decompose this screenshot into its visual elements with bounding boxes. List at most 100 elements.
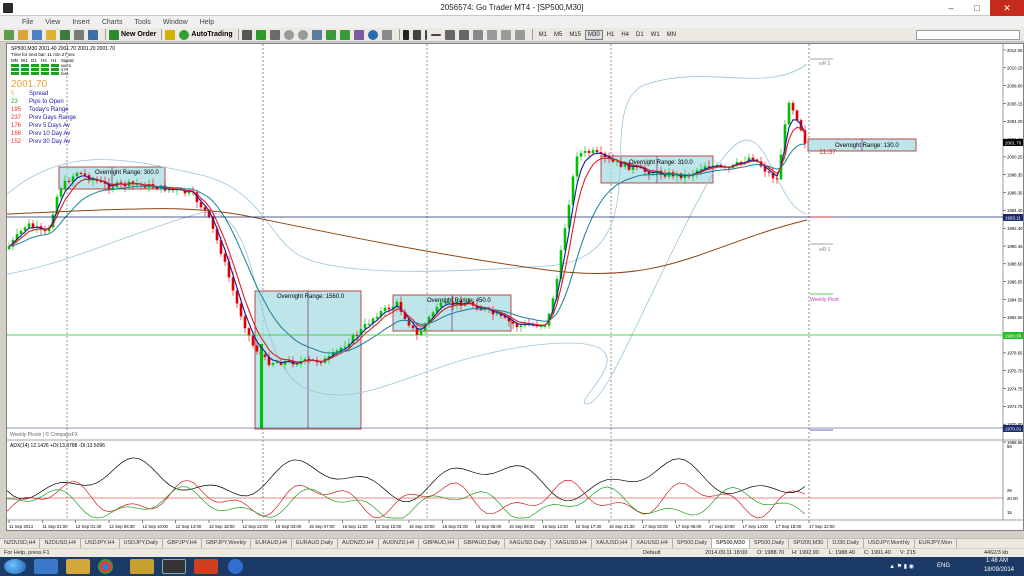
templates-button[interactable] xyxy=(381,29,394,41)
metaeditor-button[interactable] xyxy=(165,29,177,41)
arrows-button[interactable] xyxy=(514,29,527,41)
chart-tab[interactable]: USDJPY,H4 xyxy=(81,539,120,548)
timeframe-m5[interactable]: M5 xyxy=(551,30,565,40)
status-profile[interactable]: Default xyxy=(643,549,660,557)
time-axis-label: 16 Sep 21:30 xyxy=(609,524,635,529)
navigator-button[interactable] xyxy=(60,29,72,41)
chart-tab[interactable]: EURJPY,Mon xyxy=(915,539,957,548)
new-chart-button[interactable] xyxy=(4,29,16,41)
timeframe-mn[interactable]: MN xyxy=(664,30,679,40)
chart-tab[interactable]: XAGUSD,Daily xyxy=(505,539,551,548)
timeframe-w1[interactable]: W1 xyxy=(648,30,663,40)
file-explorer-icon[interactable] xyxy=(66,559,90,574)
menu-charts[interactable]: Charts xyxy=(96,19,129,26)
time-axis-label: 17 Sep 18:00 xyxy=(776,524,802,529)
chart-tab[interactable]: GBPAUD,Daily xyxy=(459,539,506,548)
chart-tab[interactable]: EURAUD,Daily xyxy=(292,539,339,548)
timeframe-h4[interactable]: H4 xyxy=(618,30,632,40)
price-chart[interactable]: 2012.052010.152008.002006.152004.202002.… xyxy=(6,44,1023,530)
tile-windows-button[interactable] xyxy=(311,29,324,41)
menu-insert[interactable]: Insert xyxy=(66,19,96,26)
chart-tab[interactable]: SP500,Daily xyxy=(750,539,790,548)
maximize-button[interactable]: □ xyxy=(964,0,990,16)
chart-tab[interactable]: EURAUD,H4 xyxy=(251,539,293,548)
candle-body xyxy=(419,330,423,336)
bar-chart-button[interactable] xyxy=(241,29,254,41)
menu-view[interactable]: View xyxy=(39,19,66,26)
vertical-line-button[interactable] xyxy=(424,29,429,41)
chart-tab[interactable]: DJ30,Daily xyxy=(828,539,864,548)
zoom-out-button[interactable] xyxy=(297,29,310,41)
candle-body xyxy=(579,152,583,157)
autotrading-button[interactable]: AutoTrading xyxy=(179,29,233,41)
timeframe-d1[interactable]: D1 xyxy=(633,30,647,40)
app-icon-blue[interactable] xyxy=(228,559,243,574)
timeframe-m30[interactable]: M30 xyxy=(584,29,603,40)
chart-tab[interactable]: GBPJPY,Weekly xyxy=(202,539,252,548)
tray-icons[interactable]: ▲ ⚑ ▮ ◉ xyxy=(889,563,914,570)
text-button[interactable] xyxy=(486,29,499,41)
terminal-button[interactable] xyxy=(74,29,86,41)
chart-tab[interactable]: USDJPY,Daily xyxy=(120,539,164,548)
internet-explorer-icon[interactable] xyxy=(34,559,58,574)
periods-button[interactable] xyxy=(367,29,380,41)
chart-tab[interactable]: XAGUSD,H4 xyxy=(551,539,592,548)
chart-tab[interactable]: NZDUSD,H4 xyxy=(0,539,41,548)
trendline-button[interactable] xyxy=(444,29,457,41)
start-button[interactable] xyxy=(4,559,26,574)
line-chart-button[interactable] xyxy=(269,29,282,41)
stat-value-prev-days-range: 237 xyxy=(11,115,22,121)
label-button[interactable] xyxy=(500,29,513,41)
chart-tab[interactable]: NZDUSD,H4 xyxy=(40,539,81,548)
current-price-tag: 2001.70 xyxy=(1005,141,1022,146)
cursor-button[interactable] xyxy=(402,29,411,41)
minimize-button[interactable]: – xyxy=(938,0,964,16)
chart-tab[interactable]: GBPJPY,H4 xyxy=(163,539,202,548)
market-watch-button[interactable] xyxy=(32,29,44,41)
crosshair-button[interactable] xyxy=(412,29,423,41)
menu-help[interactable]: Help xyxy=(194,19,220,26)
chart-tab[interactable]: SP500,Daily xyxy=(673,539,713,548)
search-input[interactable] xyxy=(916,30,1020,40)
office-icon[interactable] xyxy=(194,559,218,574)
chart-window[interactable]: 2012.052010.152008.002006.152004.202002.… xyxy=(6,43,1024,531)
media-player-icon[interactable] xyxy=(130,559,154,574)
autoscroll-button[interactable] xyxy=(325,29,338,41)
profiles-button[interactable] xyxy=(18,29,30,41)
timeframe-m15[interactable]: M15 xyxy=(566,30,584,40)
menu-window[interactable]: Window xyxy=(157,19,194,26)
fibonacci-button[interactable] xyxy=(472,29,485,41)
chart-tab-active[interactable]: SP500,M30 xyxy=(712,539,750,548)
chart-tab[interactable]: USDJPY,Monthly xyxy=(864,539,915,548)
horizontal-line-button[interactable] xyxy=(430,29,443,41)
chrome-icon[interactable] xyxy=(98,559,113,574)
close-button[interactable]: ✕ xyxy=(990,0,1024,16)
mtf-cell xyxy=(51,64,59,67)
toolbar-separator xyxy=(161,29,163,40)
new-order-button[interactable]: New Order xyxy=(109,29,156,41)
menu-tools[interactable]: Tools xyxy=(128,19,156,26)
data-window-button[interactable] xyxy=(46,29,58,41)
timeframe-h1[interactable]: H1 xyxy=(604,30,618,40)
chart-tab[interactable]: SPI200,M30 xyxy=(789,539,829,548)
arrows-icon xyxy=(514,29,525,40)
channel-button[interactable] xyxy=(458,29,471,41)
chart-shift-button[interactable] xyxy=(339,29,352,41)
chart-tab[interactable]: GBPAUD,H4 xyxy=(419,539,460,548)
chart-tab[interactable]: XAUUSD,H4 xyxy=(632,539,673,548)
chart-tab[interactable]: AUDNZD,H4 xyxy=(379,539,420,548)
timeframe-m1[interactable]: M1 xyxy=(536,30,550,40)
metatrader-icon[interactable] xyxy=(162,559,186,574)
tester-button[interactable] xyxy=(88,29,100,41)
adx-minus-di-line xyxy=(6,479,806,519)
zoom-in-button[interactable] xyxy=(283,29,296,41)
chart-tab[interactable]: XAUUSD,H4 xyxy=(592,539,633,548)
tray-language[interactable]: ENG xyxy=(937,563,950,569)
menu-file[interactable]: File xyxy=(16,19,39,26)
indicators-button[interactable] xyxy=(353,29,366,41)
chart-tab[interactable]: AUDNZD,H4 xyxy=(338,539,379,548)
time-axis-label: 15 Sep 07:00 xyxy=(309,524,335,529)
candle-chart-button[interactable] xyxy=(255,29,268,41)
fibonacci-icon xyxy=(472,29,483,40)
stat-label-prev-5-days: Prev 5 Days Av xyxy=(29,123,70,129)
